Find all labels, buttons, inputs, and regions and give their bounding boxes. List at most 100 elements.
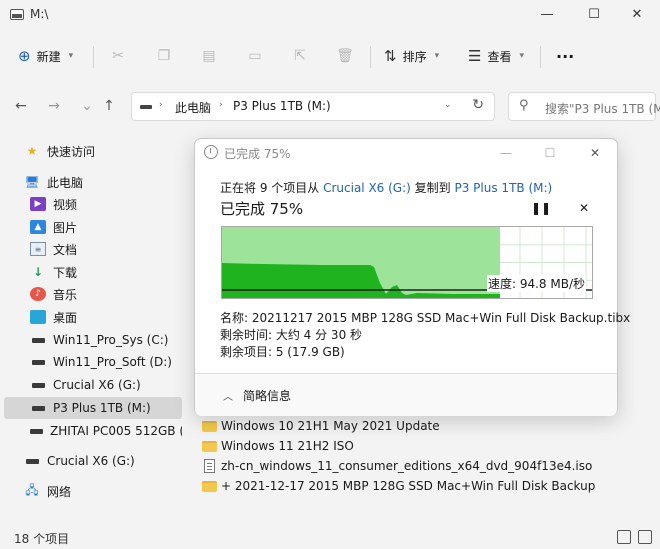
- up-button[interactable]: ↑: [98, 95, 120, 117]
- star-icon: ★: [26, 144, 38, 158]
- copy-icon[interactable]: ❐: [154, 46, 174, 66]
- clock-icon: [204, 145, 218, 159]
- tiles-view-icon[interactable]: [638, 530, 652, 544]
- sidebar-item-drive-c[interactable]: Win11_Pro_Sys (C:): [30, 329, 208, 351]
- sidebar-item-label: Crucial X6 (G:): [53, 378, 141, 392]
- chevron-down-icon[interactable]: ⌄: [444, 100, 452, 110]
- dialog-title: 已完成 75%: [224, 147, 291, 161]
- file-list: Windows 10 21H1 May 2021 Update Windows …: [200, 415, 660, 525]
- folder-icon: [202, 440, 217, 452]
- breadcrumb-drive[interactable]: P3 Plus 1TB (M:): [233, 99, 331, 113]
- copy-prefix: 正在将 9 个项目从: [220, 181, 320, 195]
- transfer-details: 名称: 20211217 2015 MBP 128G SSD Mac+Win F…: [220, 310, 630, 361]
- folder-icon: [202, 480, 217, 492]
- sidebar-item-label: 桌面: [53, 310, 78, 325]
- forward-button[interactable]: →: [43, 95, 65, 117]
- sidebar-item-documents[interactable]: ≡ 文档: [30, 238, 208, 260]
- chevron-down-icon: ▾: [519, 51, 524, 61]
- sidebar-item-label: ZHITAI PC005 512GB (Z: [50, 424, 182, 438]
- sidebar-item-label: 音乐: [53, 287, 78, 302]
- sidebar-item-network[interactable]: 🖧 网络: [24, 480, 202, 502]
- sidebar-item-label: P3 Plus 1TB (M:): [53, 401, 151, 415]
- copy-progress-dialog: 已完成 75% — ☐ ✕ 正在将 9 个项目从 Crucial X6 (G:)…: [194, 138, 630, 416]
- pause-button[interactable]: ❚❚: [531, 199, 551, 217]
- rename-icon[interactable]: ▭: [245, 46, 265, 66]
- chevron-right-icon[interactable]: ›: [159, 100, 163, 110]
- plus-circle-icon: ⊕: [18, 47, 31, 65]
- dialog-close-button[interactable]: ✕: [584, 143, 606, 163]
- minimize-button[interactable]: —: [524, 0, 570, 30]
- copy-mid: 复制到: [414, 181, 451, 195]
- cut-icon[interactable]: ✂: [108, 46, 128, 66]
- search-box[interactable]: ⚲ 搜索"P3 Plus 1TB (M:)": [508, 92, 660, 121]
- less-details-button[interactable]: ︿ 简略信息: [223, 387, 291, 404]
- sidebar-item-drive-g[interactable]: Crucial X6 (G:): [30, 374, 208, 396]
- maximize-button[interactable]: ☐: [571, 0, 617, 30]
- dialog-minimize-button[interactable]: —: [495, 143, 517, 163]
- sidebar-item-drive-m[interactable]: P3 Plus 1TB (M:): [4, 397, 182, 419]
- list-item[interactable]: zh-cn_windows_11_consumer_editions_x64_d…: [204, 455, 592, 477]
- new-button[interactable]: ⊕ 新建 ▾: [18, 43, 73, 69]
- new-label: 新建: [36, 49, 61, 64]
- file-name: Windows 10 21H1 May 2021 Update: [221, 419, 440, 433]
- desktop-icon: [30, 310, 46, 324]
- sidebar-item-label: Win11_Pro_Sys (C:): [53, 333, 169, 347]
- details-view-icon[interactable]: [617, 530, 631, 544]
- refresh-icon[interactable]: ↻: [472, 97, 484, 113]
- sidebar-item-label: Win11_Pro_Soft (D:): [53, 355, 172, 369]
- window-title: M:\: [30, 7, 49, 21]
- sidebar-item-pictures[interactable]: ▲ 图片: [30, 216, 208, 238]
- target-link[interactable]: P3 Plus 1TB (M:): [455, 181, 553, 195]
- document-icon: ≡: [30, 242, 46, 256]
- more-button[interactable]: ···: [556, 43, 574, 69]
- sidebar-item-quick-access[interactable]: ★ 快速访问: [24, 140, 202, 162]
- file-name: zh-cn_windows_11_consumer_editions_x64_d…: [221, 459, 593, 473]
- command-bar: ⊕ 新建 ▾ ✂ ❐ ▤ ▭ ⇱ 🗑 ⇅ 排序 ▾ ☰ 查看 ▾ ···: [0, 36, 660, 76]
- breadcrumb-this-pc[interactable]: 此电脑: [175, 99, 211, 116]
- list-item[interactable]: Windows 10 21H1 May 2021 Update: [202, 415, 440, 437]
- file-name: Windows 11 21H2 ISO: [221, 439, 354, 453]
- list-item[interactable]: + 2021-12-17 2015 MBP 128G SSD Mac+Win F…: [202, 475, 595, 497]
- sidebar-item-music[interactable]: ♪ 音乐: [30, 283, 208, 305]
- sidebar-item-crucial[interactable]: Crucial X6 (G:): [24, 450, 202, 472]
- sidebar-item-this-pc[interactable]: 🖥 此电脑: [24, 171, 202, 193]
- chevron-down-icon: ▾: [434, 51, 440, 61]
- cancel-button[interactable]: ✕: [575, 199, 593, 217]
- sort-icon: ⇅: [384, 47, 397, 65]
- list-item[interactable]: Windows 11 21H2 ISO: [202, 435, 354, 457]
- explorer-window: M:\ — ☐ ✕ ⊕ 新建 ▾ ✂ ❐ ▤ ▭ ⇱ 🗑 ⇅ 排序 ▾ ☰ 查看…: [0, 0, 660, 549]
- close-button[interactable]: ✕: [614, 0, 660, 30]
- source-link[interactable]: Crucial X6 (G:): [323, 181, 411, 195]
- sidebar-item-downloads[interactable]: ↓ 下载: [30, 261, 208, 283]
- sidebar-item-desktop[interactable]: 桌面: [30, 306, 208, 328]
- dialog-footer: ︿ 简略信息: [195, 373, 617, 416]
- sidebar-item-label: 图片: [53, 220, 78, 235]
- less-details-label: 简略信息: [243, 389, 292, 403]
- dialog-maximize-button[interactable]: ☐: [539, 143, 561, 163]
- sidebar-item-drive-d[interactable]: Win11_Pro_Soft (D:): [30, 351, 208, 373]
- share-icon[interactable]: ⇱: [290, 46, 310, 66]
- chevron-right-icon[interactable]: ›: [219, 100, 223, 110]
- sidebar-item-drive-z[interactable]: ZHITAI PC005 512GB (Z: [30, 420, 182, 442]
- item-count: 18 个项目: [14, 532, 70, 546]
- separator: [93, 46, 94, 68]
- sort-button[interactable]: ⇅ 排序 ▾: [384, 43, 439, 69]
- file-name-line: 名称: 20211217 2015 MBP 128G SSD Mac+Win F…: [220, 311, 631, 325]
- drive-icon: [31, 382, 45, 388]
- sidebar-item-videos[interactable]: ▶ 视频: [30, 193, 208, 215]
- transfer-speed-graph: 速度: 94.8 MB/秒: [221, 226, 593, 299]
- paste-icon[interactable]: ▤: [199, 46, 219, 66]
- recent-chevron-icon[interactable]: ⌄: [76, 95, 98, 117]
- sidebar-item-label: Crucial X6 (G:): [47, 454, 135, 468]
- delete-icon[interactable]: 🗑: [335, 46, 355, 66]
- sidebar-item-label: 下载: [53, 265, 78, 280]
- drive-icon: [140, 105, 152, 109]
- video-icon: ▶: [30, 197, 46, 211]
- view-button[interactable]: ☰ 查看 ▾: [468, 43, 524, 69]
- drive-icon: [30, 428, 43, 434]
- separator: [370, 46, 371, 68]
- search-icon: ⚲: [519, 98, 529, 113]
- back-button[interactable]: ←: [10, 95, 32, 117]
- music-icon: ♪: [30, 287, 46, 301]
- address-bar[interactable]: › 此电脑 › P3 Plus 1TB (M:) ⌄ ↻: [131, 92, 495, 121]
